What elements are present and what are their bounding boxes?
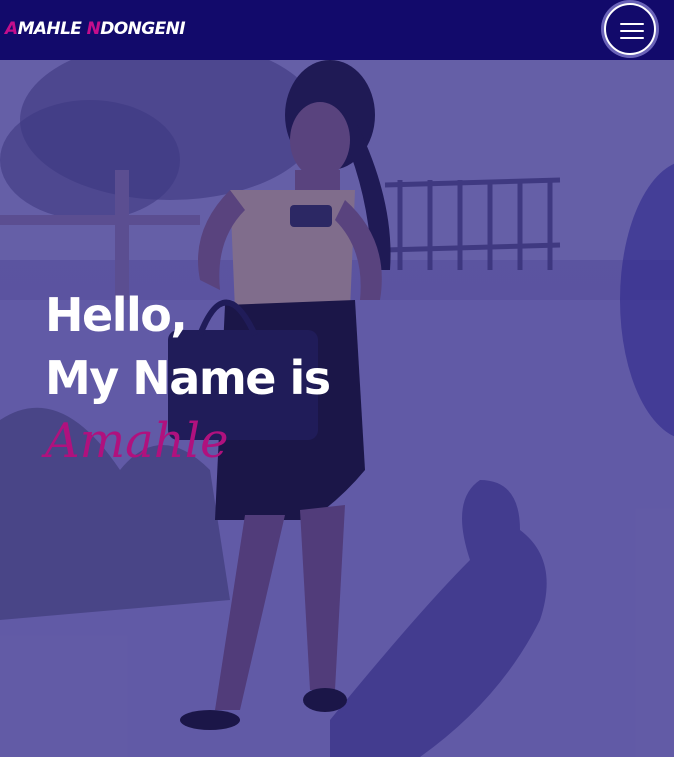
brand-first-initial: A (5, 19, 18, 39)
hero-intro: My Name is (45, 351, 331, 405)
hero-name: Amahle (45, 413, 229, 469)
hamburger-menu-button[interactable] (604, 3, 656, 55)
brand-last-name: DONGENI (100, 19, 185, 39)
hero-headline: Hello, My Name is Amahle (45, 284, 331, 473)
hero-greeting: Hello, (45, 288, 188, 342)
top-navbar: AMAHLE NDONGENI (0, 0, 674, 60)
brand-first-name: MAHLE (17, 19, 87, 39)
brand-last-initial: N (86, 19, 101, 39)
brand-logo[interactable]: AMAHLE NDONGENI (5, 19, 186, 39)
